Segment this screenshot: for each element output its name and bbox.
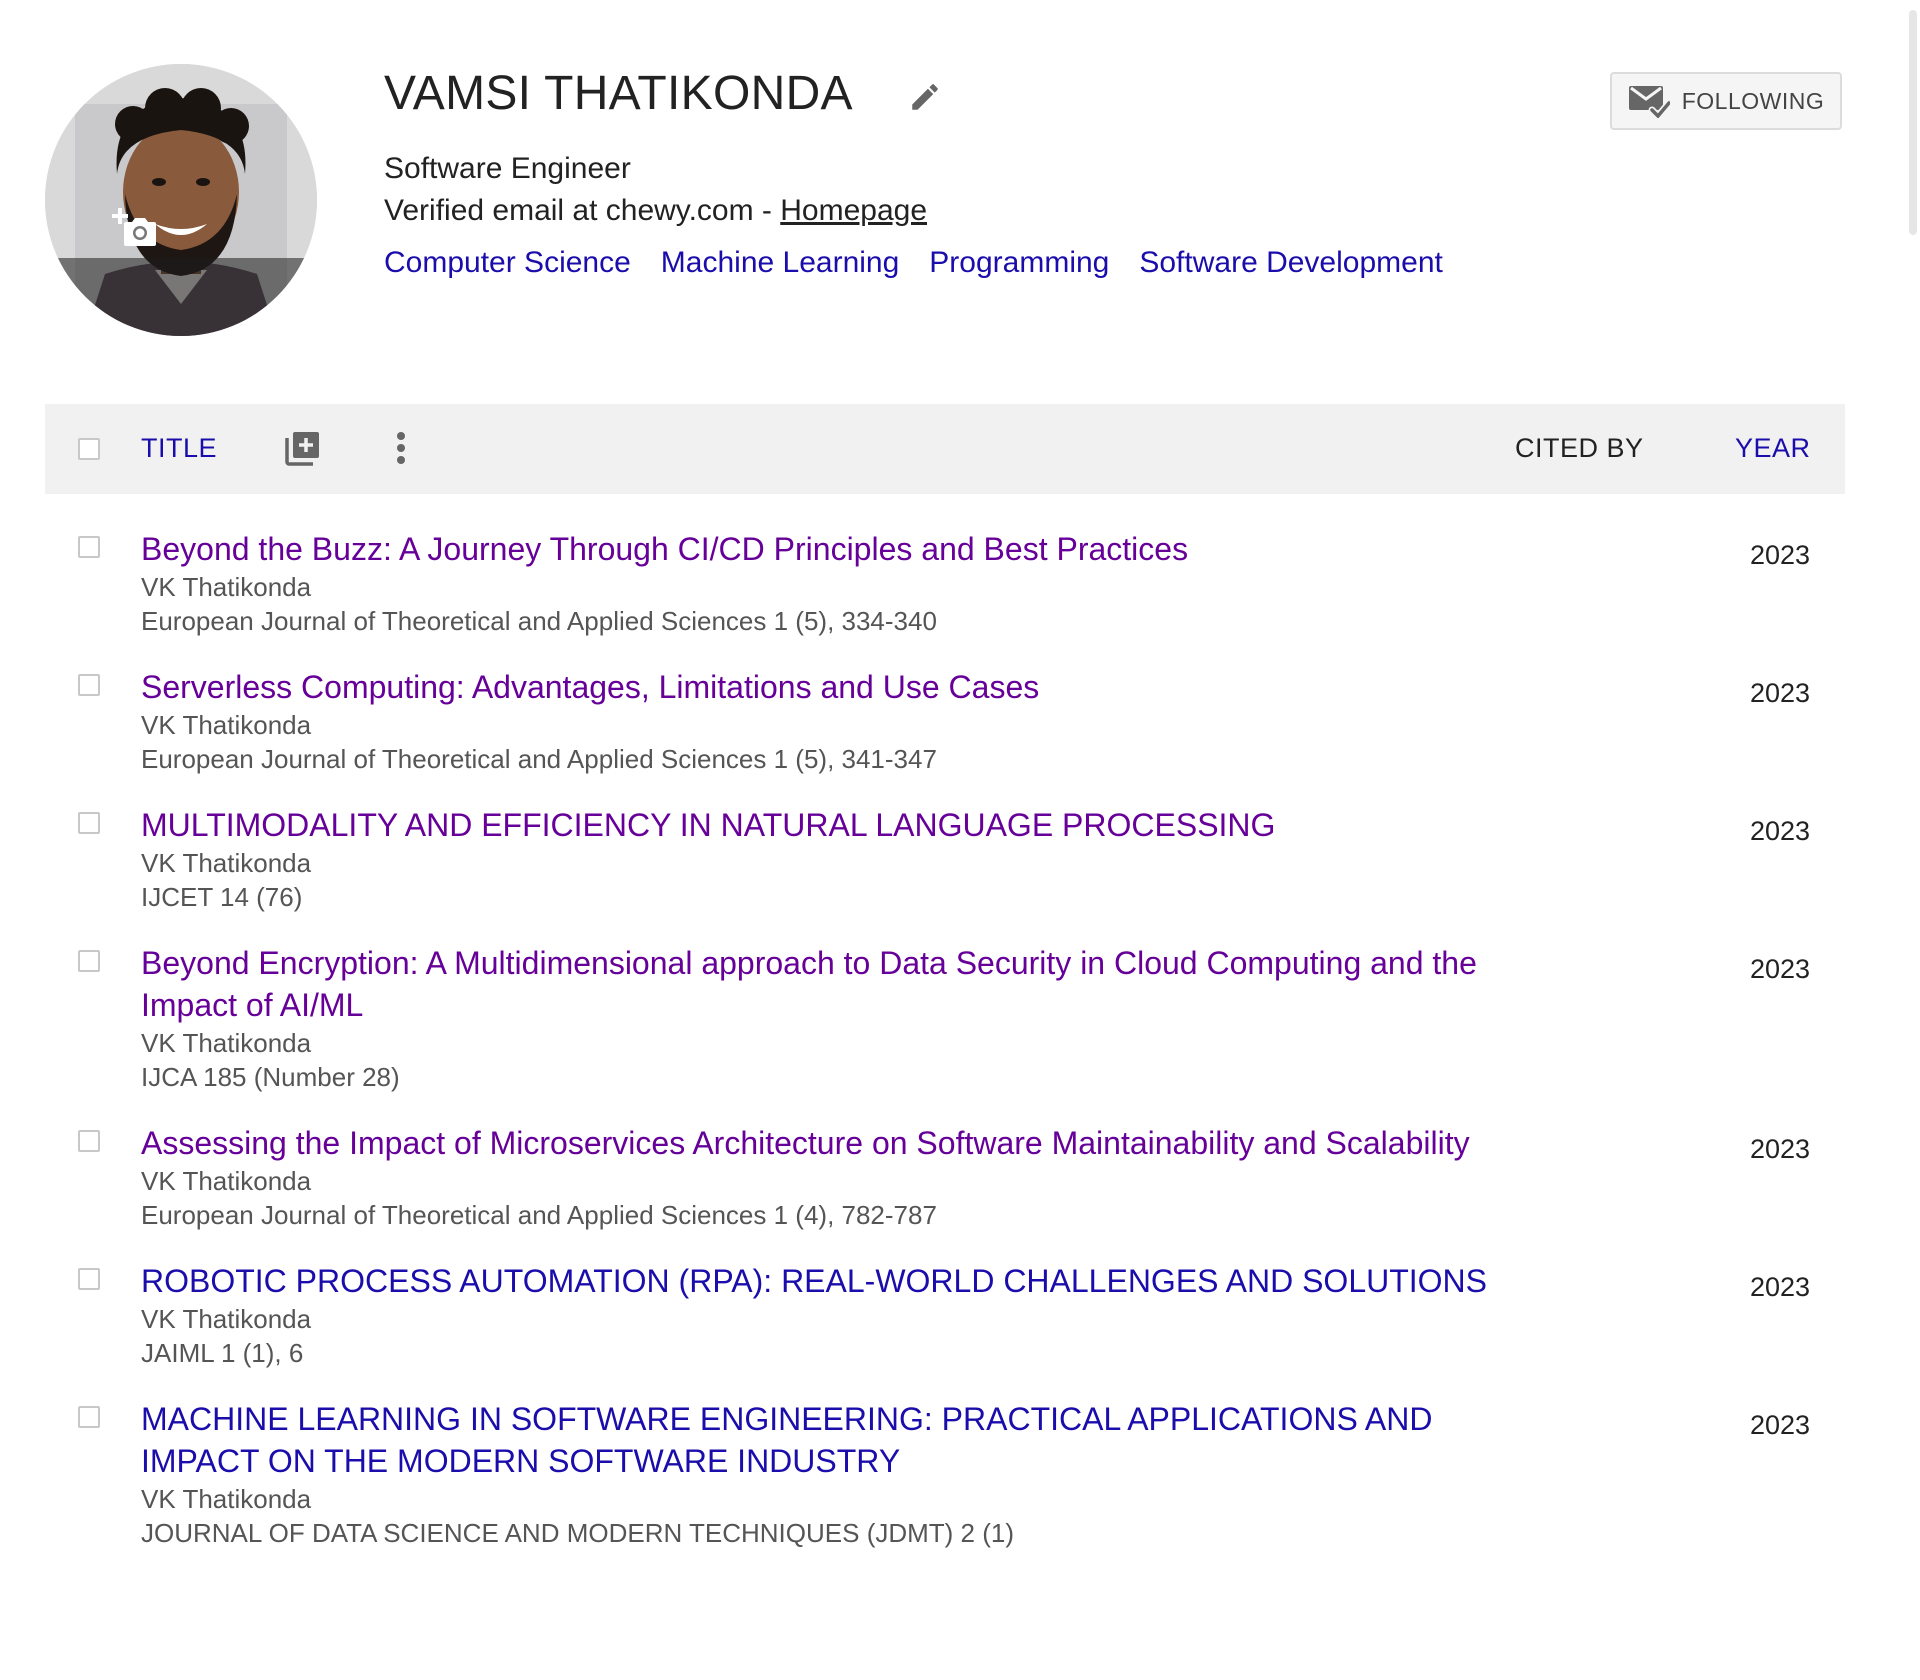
article-venue: European Journal of Theoretical and Appl… [141, 744, 937, 774]
select-all-checkbox[interactable] [78, 438, 100, 460]
article-year: 2023 [1750, 540, 1811, 570]
article-venue: IJCA 185 (Number 28) [141, 1062, 400, 1092]
article-info: Beyond the Buzz: A Journey Through CI/CD… [141, 528, 1501, 638]
profile-email-line: Verified email at chewy.com - Homepage [384, 192, 927, 230]
article-authors: VK Thatikonda [141, 572, 312, 602]
table-row: Beyond the Buzz: A Journey Through CI/CD… [45, 520, 1845, 658]
research-interests: Computer Science Machine Learning Programm… [384, 244, 1473, 282]
article-year: 2023 [1750, 954, 1811, 984]
article-year: 2023 [1750, 1134, 1811, 1164]
row-checkbox[interactable] [78, 812, 100, 834]
more-vertical-icon[interactable] [393, 430, 409, 470]
article-year: 2023 [1750, 678, 1811, 708]
article-year: 2023 [1750, 816, 1811, 846]
scrollbar-thumb[interactable] [1909, 10, 1917, 235]
table-row: ROBOTIC PROCESS AUTOMATION (RPA): REAL-W… [45, 1252, 1845, 1390]
sort-by-cited-by[interactable]: CITED BY [1515, 430, 1644, 466]
table-row: MACHINE LEARNING IN SOFTWARE ENGINEERING… [45, 1390, 1845, 1570]
add-photo-icon[interactable] [112, 202, 160, 250]
row-checkbox[interactable] [78, 1406, 100, 1428]
article-info: MACHINE LEARNING IN SOFTWARE ENGINEERING… [141, 1398, 1501, 1550]
add-to-library-icon[interactable] [283, 428, 323, 468]
article-title-link[interactable]: Serverless Computing: Advantages, Limita… [141, 666, 1501, 708]
scrollbar[interactable] [1902, 0, 1920, 1680]
article-title-link[interactable]: MACHINE LEARNING IN SOFTWARE ENGINEERING… [141, 1398, 1501, 1482]
article-info: Serverless Computing: Advantages, Limita… [141, 666, 1501, 776]
sort-by-title[interactable]: TITLE [141, 430, 217, 466]
article-info: ROBOTIC PROCESS AUTOMATION (RPA): REAL-W… [141, 1260, 1501, 1370]
interest-link-programming[interactable]: Programming [929, 246, 1109, 279]
articles-table-header: TITLE CITED BY YEAR [45, 404, 1845, 494]
article-venue: European Journal of Theoretical and Appl… [141, 606, 937, 636]
table-row: MULTIMODALITY AND EFFICIENCY IN NATURAL … [45, 796, 1845, 934]
article-authors: VK Thatikonda [141, 710, 312, 740]
mail-check-icon [1628, 86, 1670, 118]
interest-link-machine-learning[interactable]: Machine Learning [661, 246, 900, 279]
article-venue: JAIML 1 (1), 6 [141, 1338, 304, 1368]
article-year: 2023 [1750, 1272, 1811, 1302]
interest-link-software-development[interactable]: Software Development [1139, 246, 1443, 279]
row-checkbox[interactable] [78, 1268, 100, 1290]
article-authors: VK Thatikonda [141, 1304, 312, 1334]
article-info: Beyond Encryption: A Multidimensional ap… [141, 942, 1501, 1094]
article-venue: IJCET 14 (76) [141, 882, 303, 912]
follow-button-label: FOLLOWING [1681, 87, 1825, 114]
article-authors: VK Thatikonda [141, 1484, 312, 1514]
avatar[interactable] [45, 64, 317, 336]
article-title-link[interactable]: Beyond Encryption: A Multidimensional ap… [141, 942, 1501, 1026]
row-checkbox[interactable] [78, 1130, 100, 1152]
article-title-link[interactable]: Assessing the Impact of Microservices Ar… [141, 1122, 1501, 1164]
avatar-overlay [45, 258, 317, 336]
article-year: 2023 [1750, 1410, 1811, 1440]
article-title-link[interactable]: ROBOTIC PROCESS AUTOMATION (RPA): REAL-W… [141, 1260, 1501, 1302]
homepage-link[interactable]: Homepage [780, 194, 927, 227]
profile-header: VAMSI THATIKONDA Software Engineer Verif… [0, 0, 1900, 380]
sort-by-year[interactable]: YEAR [1735, 430, 1811, 466]
article-title-link[interactable]: MULTIMODALITY AND EFFICIENCY IN NATURAL … [141, 804, 1501, 846]
table-row: Serverless Computing: Advantages, Limita… [45, 658, 1845, 796]
interest-link-computer-science[interactable]: Computer Science [384, 246, 631, 279]
article-title-link[interactable]: Beyond the Buzz: A Journey Through CI/CD… [141, 528, 1501, 570]
article-info: Assessing the Impact of Microservices Ar… [141, 1122, 1501, 1232]
article-authors: VK Thatikonda [141, 1166, 312, 1196]
row-checkbox[interactable] [78, 950, 100, 972]
article-venue: JOURNAL OF DATA SCIENCE AND MODERN TECHN… [141, 1518, 1015, 1548]
articles-list: Beyond the Buzz: A Journey Through CI/CD… [45, 520, 1845, 1570]
row-checkbox[interactable] [78, 674, 100, 696]
article-info: MULTIMODALITY AND EFFICIENCY IN NATURAL … [141, 804, 1501, 914]
profile-name: VAMSI THATIKONDA [384, 67, 853, 120]
article-authors: VK Thatikonda [141, 848, 312, 878]
verified-email-text: Verified email at chewy.com - [384, 194, 781, 227]
profile-affiliation: Software Engineer [384, 152, 631, 185]
table-row: Beyond Encryption: A Multidimensional ap… [45, 934, 1845, 1114]
article-venue: European Journal of Theoretical and Appl… [141, 1200, 937, 1230]
follow-button[interactable]: FOLLOWING [1610, 72, 1842, 130]
pencil-icon[interactable] [908, 80, 942, 114]
table-row: Assessing the Impact of Microservices Ar… [45, 1114, 1845, 1252]
row-checkbox[interactable] [78, 536, 100, 558]
article-authors: VK Thatikonda [141, 1028, 312, 1058]
